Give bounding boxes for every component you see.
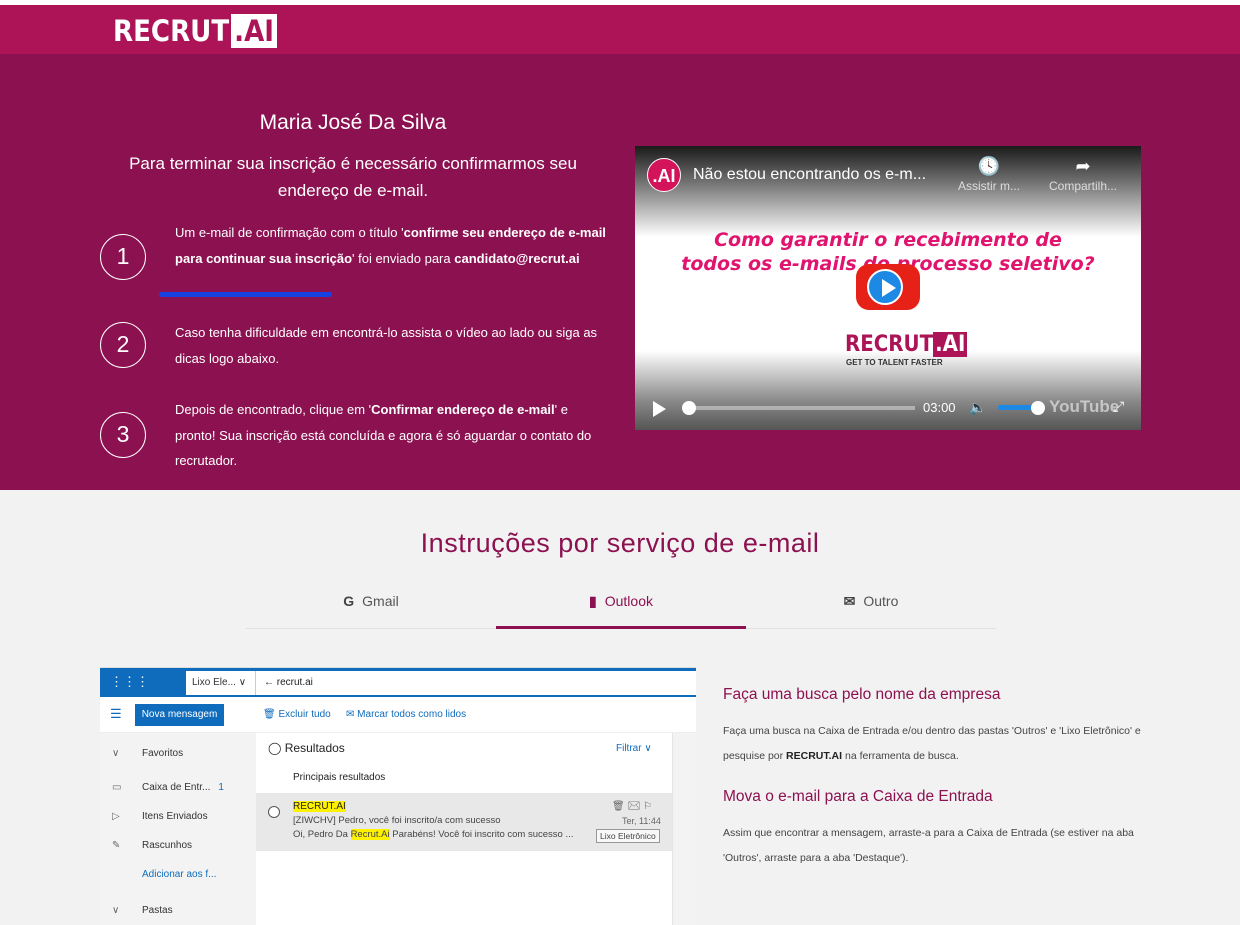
tab-label: Gmail <box>362 593 399 609</box>
tip-text-search: Faça uma busca na Caixa de Entrada e/ou … <box>723 725 1141 762</box>
outlook-screenshot: ⋮⋮⋮ Lixo Ele... ∨ ← recrut.ai ☰ Nova men… <box>100 667 696 925</box>
chevron-down-icon: ∨ <box>112 905 120 916</box>
message-date: Ter, 11:44 <box>622 816 661 826</box>
flag-icon: ⚐ <box>642 801 652 812</box>
step-number: 1 <box>100 234 146 280</box>
video-tagline: GET TO TALENT FASTER <box>846 358 943 367</box>
delete-all-command: 🗑 Excluir tudo <box>263 709 331 720</box>
message-actions: 🗑 ✉ ⚐ <box>612 801 652 812</box>
tip-title-search: Faça uma busca pelo nome da empresa <box>723 686 1001 703</box>
top-bar: RECRUT .AI <box>0 0 1240 54</box>
step-text: Depois de encontrado, clique em 'Confirm… <box>175 402 592 468</box>
message-subject: [ZIWCHV] Pedro, você foi inscrito/a com … <box>293 815 501 826</box>
inbox-icon: ▭ <box>112 782 122 793</box>
brand-logo[interactable]: RECRUT .AI <box>113 14 277 48</box>
fullscreen-icon[interactable]: ⤢ <box>1113 398 1124 415</box>
play-icon <box>867 269 903 305</box>
video-duration: 03:00 <box>923 400 956 415</box>
tab-label: Outro <box>863 593 899 609</box>
send-icon: ▷ <box>112 811 120 822</box>
chevron-down-icon: ∨ <box>112 748 120 759</box>
youtube-video-player[interactable]: .AI Não estou encontrando os e-m... 🕓 As… <box>635 146 1141 430</box>
outlook-command-bar: ☰ Nova mensagem 🗑 Excluir tudo ✉ Marcar … <box>100 697 696 733</box>
clock-icon: 🕓 <box>977 156 1001 176</box>
step-text: Um e-mail de confirmação com o título 'c… <box>175 225 606 266</box>
outlook-results-list: ◯ Resultados Filtrar ∨ Principais result… <box>256 733 672 925</box>
message-folder-tag: Lixo Eletrônico <box>596 829 660 843</box>
outlook-top-bar: ⋮⋮⋮ Lixo Ele... ∨ ← recrut.ai <box>100 668 696 697</box>
tip-text-move: Assim que encontrar a mensagem, arraste-… <box>723 827 1134 864</box>
big-play-button[interactable] <box>856 264 920 310</box>
email-service-tabs: G Gmail ▮ Outlook ✉ Outro <box>246 580 996 629</box>
volume-icon[interactable]: 🔈 <box>969 399 986 416</box>
youtube-logo[interactable]: YouTube <box>1049 397 1119 417</box>
app-launcher-icon: ⋮⋮⋮ <box>110 674 149 689</box>
hero-subtitle: Para terminar sua inscrição é necessário… <box>129 154 577 200</box>
video-logo: RECRUT.AI <box>845 332 968 357</box>
search-box: ← recrut.ai <box>256 671 696 695</box>
tab-outro[interactable]: ✉ Outro <box>746 580 996 629</box>
office-icon: ▮ <box>589 593 597 609</box>
video-title[interactable]: Não estou encontrando os e-m... <box>693 166 926 184</box>
tab-gmail[interactable]: G Gmail <box>246 580 496 629</box>
filter-dropdown: Filtrar ∨ <box>616 743 652 754</box>
new-message-button: Nova mensagem <box>135 704 224 726</box>
candidate-email: candidato@recrut.ai <box>454 250 580 266</box>
share-button[interactable]: ➦ Compartilh... <box>1043 156 1123 193</box>
video-control-bar: 03:00 🔈 YouTube ⤢ <box>635 392 1141 430</box>
envelope-open-icon: ✉ <box>346 709 358 720</box>
step-number: 3 <box>100 412 146 458</box>
top-results-label: Principais resultados <box>293 772 386 783</box>
progress-knob[interactable] <box>682 401 696 415</box>
outlook-scrollbar <box>672 733 696 925</box>
share-label: Compartilh... <box>1048 179 1118 193</box>
tip-title-move: Mova o e-mail para a Caixa de Entrada <box>723 788 993 805</box>
mark-all-read-command: ✉ Marcar todos como lidos <box>346 709 467 720</box>
google-icon: G <box>343 593 355 609</box>
logo-text: RECRUT <box>113 14 230 48</box>
logo-ai-badge: .AI <box>231 14 277 48</box>
volume-knob[interactable] <box>1031 401 1045 415</box>
check-circle-icon: ◯ <box>268 741 285 755</box>
instructions-title: Instruções por serviço de e-mail <box>420 528 820 558</box>
watch-later-label: Assistir m... <box>958 179 1020 193</box>
step-text: Caso tenha dificuldade em encontrá-lo as… <box>175 325 598 366</box>
email-message-row: RECRUT.AI [ZIWCHV] Pedro, você foi inscr… <box>256 793 672 851</box>
step-number: 2 <box>100 322 146 368</box>
share-icon: ➦ <box>1075 156 1091 176</box>
progress-track[interactable] <box>685 406 915 410</box>
pencil-icon: ✎ <box>112 840 121 851</box>
outlook-folder-nav: ∨ Favoritos ▭ Caixa de Entr... 1 ▷ Itens Env… <box>100 733 256 925</box>
trash-icon: 🗑 <box>612 801 625 812</box>
trash-icon: 🗑 <box>263 709 279 720</box>
candidate-name: Maria José Da Silva <box>259 111 447 134</box>
tab-label: Outlook <box>604 593 653 609</box>
play-icon[interactable] <box>653 401 666 417</box>
envelope-icon: ✉ <box>627 801 641 812</box>
message-sender: RECRUT.AI <box>293 801 346 812</box>
email-underline <box>159 292 332 297</box>
envelope-icon: ✉ <box>843 593 856 609</box>
folder-scope: Lixo Ele... ∨ <box>186 671 256 695</box>
hero-section: Maria José Da Silva Para terminar sua in… <box>0 54 1240 490</box>
message-preview: Oi, Pedro Da Recrut.Ai Parabéns! Você fo… <box>293 829 574 840</box>
tab-outlook[interactable]: ▮ Outlook <box>496 580 746 629</box>
channel-avatar[interactable]: .AI <box>647 158 681 192</box>
select-radio <box>268 806 280 818</box>
menu-icon: ☰ <box>110 706 122 721</box>
watch-later-button[interactable]: 🕓 Assistir m... <box>949 156 1029 193</box>
results-header: ◯ Resultados <box>268 741 345 755</box>
